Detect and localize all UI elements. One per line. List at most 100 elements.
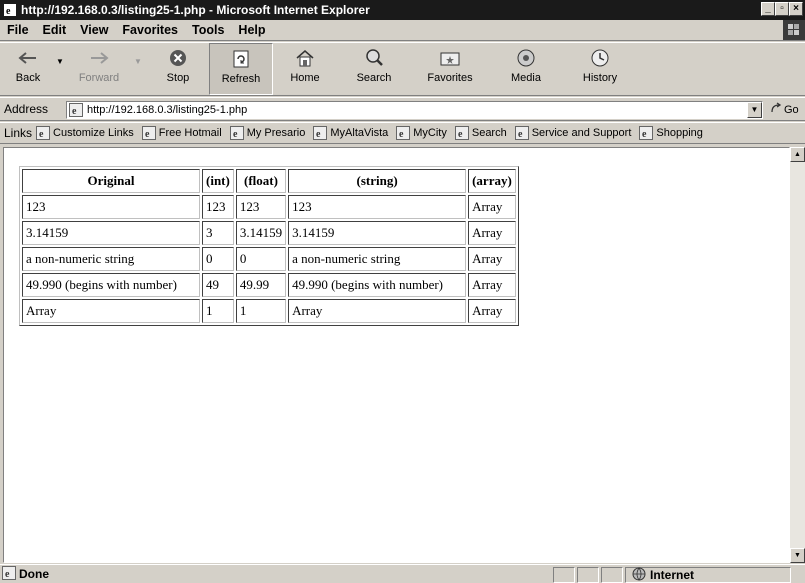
table-cell: a non-numeric string [22,247,200,271]
forward-button[interactable]: Forward [69,43,129,95]
ie-page-icon: e [36,126,51,140]
search-icon [363,47,385,69]
svg-text:e: e [642,129,647,140]
media-icon [515,47,537,69]
table-cell: 49 [202,273,234,297]
refresh-button[interactable]: Refresh [209,43,273,95]
link-label: Free Hotmail [158,127,222,139]
links-bar: Links e Customize Links e Free Hotmail e… [0,122,805,144]
svg-text:e: e [399,129,404,140]
table-header-row: Original (int) (float) (string) (array) [22,169,516,193]
link-free-hotmail[interactable]: e Free Hotmail [141,126,222,140]
table-row: 49.990 (begins with number) 49 49.99 49.… [22,273,516,297]
history-icon [589,47,611,69]
link-my-presario[interactable]: e My Presario [229,126,306,140]
forward-dropdown[interactable]: ▼ [129,43,147,95]
close-button[interactable]: × [789,2,803,16]
windows-logo-icon [783,20,805,40]
status-text: Done [19,567,49,581]
search-button[interactable]: Search [337,43,411,95]
home-icon [294,47,316,69]
scroll-down-arrow-icon[interactable]: ▼ [790,548,805,563]
status-pane [601,567,623,583]
svg-text:e: e [72,106,77,117]
menu-edit[interactable]: Edit [36,23,74,37]
menu-bar: File Edit View Favorites Tools Help [0,20,805,41]
home-button[interactable]: Home [273,43,337,95]
table-cell: Array [468,221,516,245]
history-button[interactable]: History [563,43,637,95]
search-label: Search [356,72,392,84]
menu-help[interactable]: Help [231,23,272,37]
link-label: Shopping [656,127,703,139]
svg-text:e: e [458,129,463,140]
ie-page-icon: e [2,565,16,583]
scroll-up-arrow-icon[interactable]: ▲ [790,147,805,162]
address-dropdown-button[interactable]: ▼ [747,102,762,118]
svg-text:e: e [145,129,150,140]
link-shopping[interactable]: e Shopping [639,126,703,140]
favorites-label: Favorites [427,72,473,84]
stop-label: Stop [166,72,190,84]
link-label: MyCity [413,127,447,139]
zone-label: Internet [650,568,695,582]
table-cell: 123 [202,195,234,219]
table-cell: 3.14159 [22,221,200,245]
window-title: http://192.168.0.3/listing25-1.php - Mic… [21,3,370,17]
menu-file[interactable]: File [0,23,36,37]
svg-text:e: e [518,129,523,140]
links-label: Links [4,126,33,140]
link-customize-links[interactable]: e Customize Links [36,126,134,140]
link-service-and-support[interactable]: e Service and Support [514,126,632,140]
go-button[interactable]: Go [770,102,799,117]
go-arrow-icon [770,102,782,117]
maximize-button[interactable]: ▫ [775,2,789,16]
table-cell: a non-numeric string [288,247,467,271]
stop-button[interactable]: Stop [147,43,209,95]
table-cell: Array [22,299,200,323]
svg-text:e: e [316,129,321,140]
stop-icon [167,47,189,69]
minimize-button[interactable]: _ [761,2,775,16]
back-dropdown[interactable]: ▼ [51,43,69,95]
back-button[interactable]: Back [5,43,51,95]
refresh-label: Refresh [221,73,261,85]
ie-page-icon: e [514,126,529,140]
ie-page-icon: e [313,126,328,140]
table-cell: 1 [202,299,234,323]
table-cell: Array [468,247,516,271]
link-mycity[interactable]: e MyCity [396,126,447,140]
media-button[interactable]: Media [489,43,563,95]
go-label: Go [784,103,799,116]
table-cell: Array [468,273,516,297]
link-label: Service and Support [531,127,632,139]
table-cell: 3 [202,221,234,245]
column-header: Original [22,169,200,193]
address-input[interactable]: e http://192.168.0.3/listing25-1.php ▼ [66,101,763,119]
ie-page-icon: e [141,126,156,140]
forward-label: Forward [78,72,120,84]
table-cell: 49.99 [235,273,287,297]
menu-tools[interactable]: Tools [185,23,231,37]
svg-text:e: e [39,129,44,140]
status-pane [577,567,599,583]
table-cell: Array [288,299,467,323]
link-label: My Presario [246,127,306,139]
menu-favorites[interactable]: Favorites [115,23,185,37]
favorites-folder-icon [439,47,461,69]
table-cell: 123 [288,195,467,219]
link-search[interactable]: e Search [454,126,507,140]
table-cell: 0 [202,247,234,271]
menu-view[interactable]: View [73,23,115,37]
ie-page-icon: e [639,126,654,140]
status-pane [553,567,575,583]
vertical-scrollbar[interactable]: ▲ ▼ [790,147,805,563]
link-myaltavista[interactable]: e MyAltaVista [313,126,388,140]
table-cell: Array [468,195,516,219]
table-cell: 0 [235,247,287,271]
status-message: e Done [2,565,49,583]
status-bar: e Done Internet [0,564,805,583]
ie-page-icon: e [396,126,411,140]
favorites-button[interactable]: Favorites [411,43,489,95]
table-cell: 123 [22,195,200,219]
